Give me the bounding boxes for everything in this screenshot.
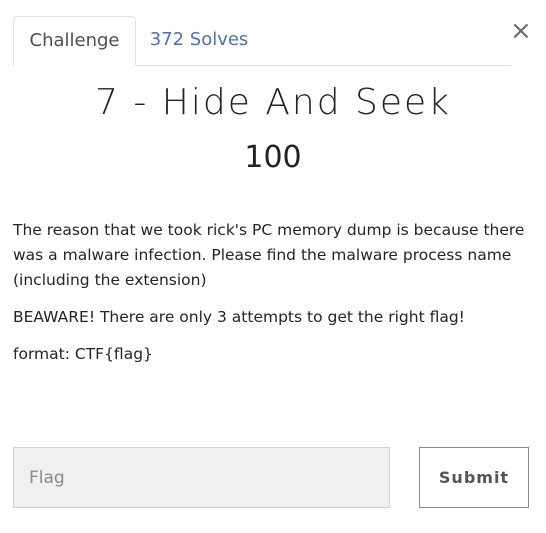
close-icon[interactable]: ×: [510, 17, 532, 45]
description-paragraph: BEAWARE! There are only 3 attempts to ge…: [13, 308, 465, 326]
description-paragraph: format: CTF{flag}: [13, 345, 153, 363]
description-paragraph: The reason that we took rick's PC memory…: [13, 221, 525, 289]
flag-input[interactable]: [13, 447, 390, 508]
challenge-title: 7 - Hide And Seek: [94, 82, 452, 123]
tab-challenge[interactable]: Challenge: [13, 16, 136, 66]
tab-bar: Challenge 372 Solves: [13, 16, 511, 66]
challenge-points: 100: [244, 140, 302, 175]
challenge-description: The reason that we took rick's PC memory…: [13, 218, 535, 379]
tab-solves[interactable]: 372 Solves: [136, 16, 262, 65]
submit-button[interactable]: Submit: [419, 447, 529, 508]
challenge-modal: × Challenge 372 Solves 7 - Hide And Seek…: [0, 0, 546, 533]
